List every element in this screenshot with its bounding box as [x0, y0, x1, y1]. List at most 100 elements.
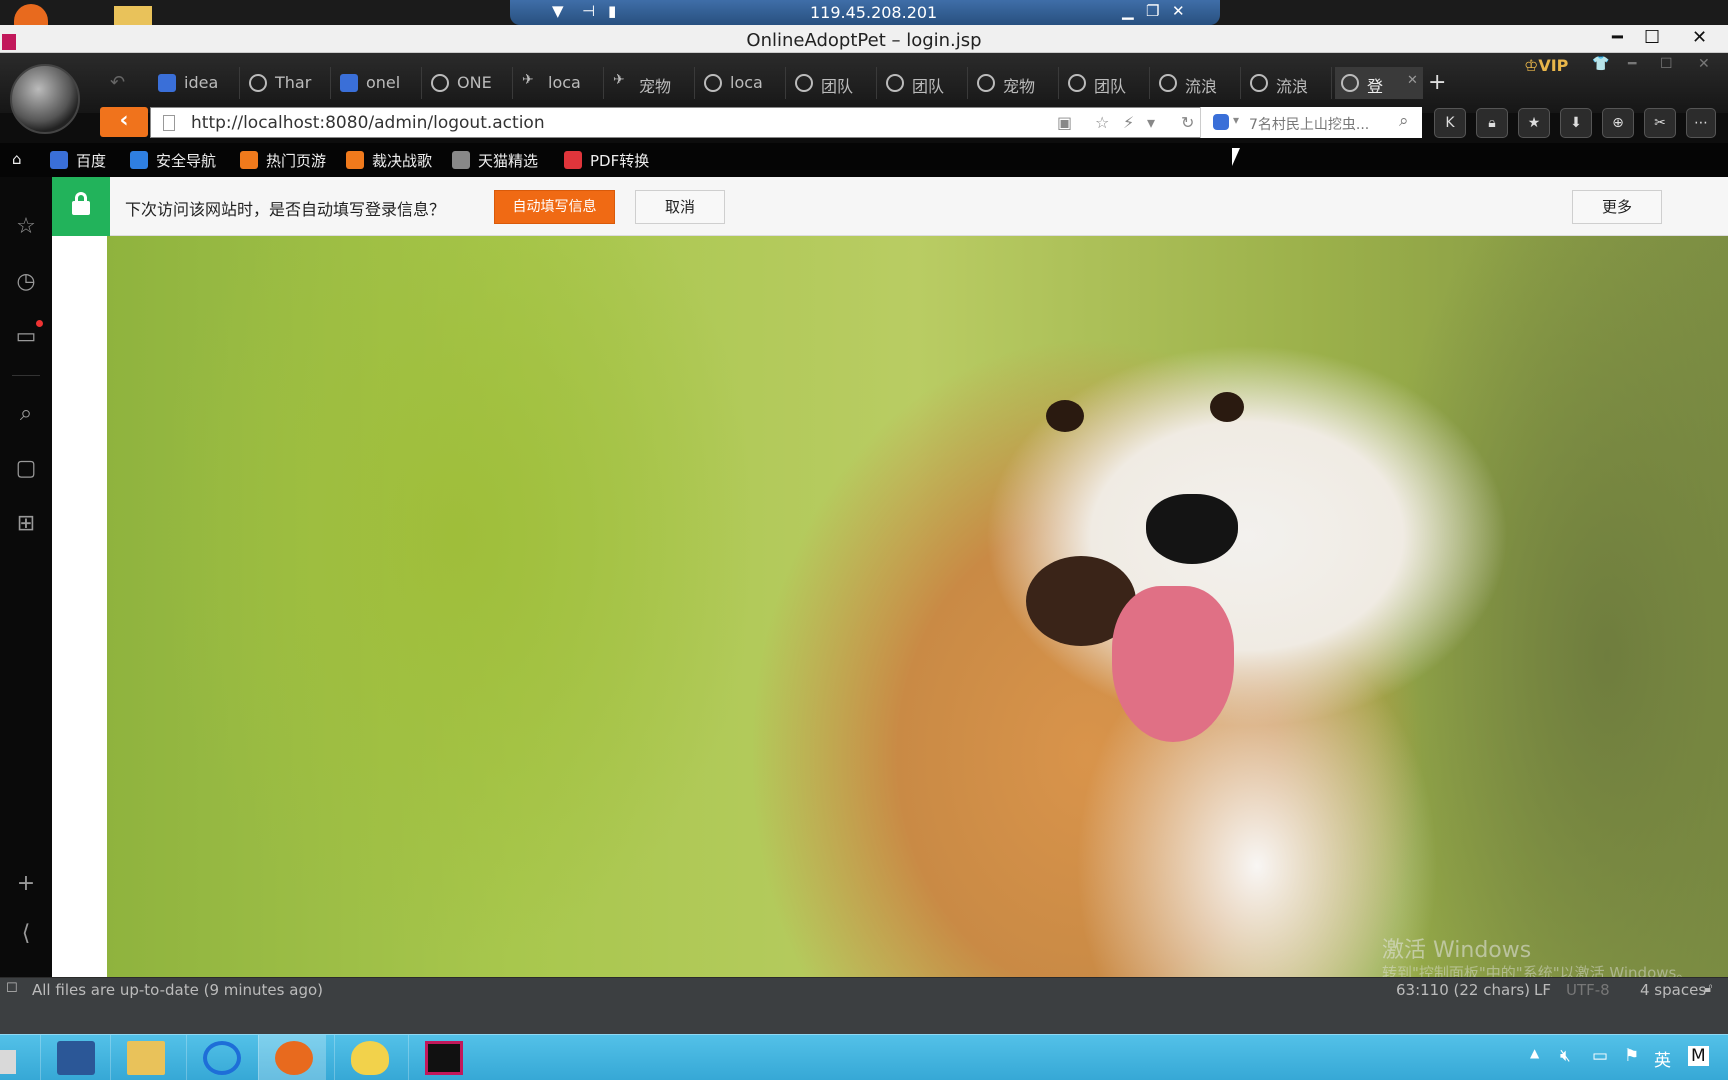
pin-icon[interactable]: ⊣: [582, 2, 595, 20]
minimize-icon[interactable]: ▁: [1122, 2, 1134, 20]
search-icon[interactable]: ⌕: [12, 400, 40, 428]
chevron-down-icon[interactable]: ▾: [1233, 113, 1239, 127]
indent-setting[interactable]: 4 spaces: [1640, 981, 1706, 999]
image-icon[interactable]: ▣: [1057, 113, 1072, 132]
browser-tab[interactable]: 宠物: [971, 67, 1059, 99]
undo-close-tab-icon[interactable]: ↶: [110, 72, 125, 93]
bookmark-item[interactable]: 安全导航: [130, 150, 216, 171]
tab-label: Thar: [275, 73, 312, 92]
browser-tab[interactable]: ONE: [425, 67, 513, 99]
back-button[interactable]: ‹: [100, 107, 148, 137]
favorites-star-icon[interactable]: ☆: [12, 213, 40, 241]
shopping-bag-icon[interactable]: ▢: [12, 455, 40, 483]
chevron-down-icon[interactable]: ▼: [552, 2, 564, 20]
close-icon[interactable]: ✕: [1172, 2, 1185, 20]
bookmark-item[interactable]: 裁决战歌: [346, 150, 432, 171]
maximize-icon[interactable]: ☐: [1660, 56, 1673, 72]
collapse-sidebar-icon[interactable]: ⟨: [12, 920, 40, 948]
minimize-icon[interactable]: ━: [1612, 27, 1623, 48]
minimize-icon[interactable]: ━: [1628, 56, 1636, 72]
line-separator[interactable]: LF: [1534, 981, 1551, 999]
bookmark-icon: [50, 151, 68, 169]
autofill-button[interactable]: 自动填写信息: [494, 190, 615, 224]
browser-tab[interactable]: Thar: [243, 67, 331, 99]
search-input[interactable]: 7名村民上山挖虫...: [1249, 114, 1369, 134]
favorite-star-icon[interactable]: ☆: [1095, 113, 1109, 132]
toggle-panel-icon[interactable]: ☐: [6, 981, 18, 996]
ime-mode[interactable]: M: [1688, 1046, 1709, 1066]
globe-icon: [431, 74, 449, 92]
browser-tab[interactable]: 团队: [789, 67, 877, 99]
more-button[interactable]: 更多: [1572, 190, 1662, 224]
briefcase-icon[interactable]: ▭: [12, 323, 40, 351]
lightning-icon[interactable]: ⚡: [1123, 113, 1134, 132]
cancel-button[interactable]: 取消: [635, 190, 725, 224]
more-menu-icon[interactable]: ⋯: [1686, 108, 1716, 138]
browser-tab[interactable]: onel: [334, 67, 422, 99]
browser-tab[interactable]: 登 ✕: [1335, 67, 1423, 99]
taskbar-powershell[interactable]: [40, 1035, 108, 1080]
globe-icon: [704, 74, 722, 92]
chevron-down-icon[interactable]: ▾: [1147, 113, 1155, 132]
server-manager-icon[interactable]: [0, 1050, 16, 1074]
taskbar-app[interactable]: [334, 1035, 402, 1080]
browser-tab[interactable]: loca: [698, 67, 786, 99]
search-box[interactable]: ▾ 7名村民上山挖虫... ⌕: [1200, 107, 1422, 138]
tab-label: 团队: [1094, 77, 1127, 96]
tab-label: idea: [184, 73, 219, 92]
refresh-icon[interactable]: ↻: [1181, 113, 1194, 132]
file-encoding[interactable]: UTF-8: [1566, 981, 1610, 999]
ide-status-bar: ☐ All files are up-to-date (9 minutes ag…: [0, 977, 1728, 1002]
browser-tab[interactable]: 团队: [880, 67, 968, 99]
taskbar-ie[interactable]: [186, 1035, 254, 1080]
download-icon[interactable]: ⬇: [1560, 108, 1592, 138]
browser-tab[interactable]: idea: [152, 67, 240, 99]
add-icon[interactable]: +: [12, 870, 40, 898]
browser-tab[interactable]: ✈ loca: [516, 67, 604, 99]
bookmark-item[interactable]: 热门页游: [240, 150, 326, 171]
ime-language[interactable]: 英: [1654, 1046, 1671, 1071]
volume-muted-icon[interactable]: 🔇︎: [1560, 1046, 1571, 1066]
close-tab-icon[interactable]: ✕: [1407, 73, 1418, 88]
restore-icon[interactable]: ❐: [1146, 2, 1159, 20]
star-icon[interactable]: ★: [1518, 108, 1550, 138]
remote-ip: 119.45.208.201: [810, 3, 938, 22]
taskbar-browser[interactable]: [258, 1035, 326, 1080]
close-icon[interactable]: ✕: [1692, 27, 1707, 48]
bird-icon: ✈: [613, 72, 625, 88]
globe-icon: [1159, 74, 1177, 92]
home-icon[interactable]: ⌂: [12, 150, 22, 168]
browser-tab[interactable]: 流浪: [1244, 67, 1332, 99]
bookmark-item[interactable]: 百度: [50, 150, 106, 171]
maximize-icon[interactable]: ☐: [1644, 27, 1660, 48]
lock-icon[interactable]: 🔒︎: [1476, 108, 1508, 138]
k-extension-icon[interactable]: K: [1434, 108, 1466, 138]
bookmark-label: 热门页游: [266, 152, 327, 170]
intellij-icon: [2, 34, 16, 50]
new-tab-icon[interactable]: +: [1428, 70, 1446, 95]
tray-expand-icon[interactable]: ▲: [1530, 1046, 1539, 1060]
browser-logo-icon[interactable]: [10, 64, 80, 134]
search-icon[interactable]: ⌕: [1399, 111, 1409, 131]
taskbar-explorer[interactable]: [110, 1035, 178, 1080]
browser-tab[interactable]: 团队: [1062, 67, 1150, 99]
url-text[interactable]: http://localhost:8080/admin/logout.actio…: [191, 113, 545, 133]
baidu-paw-icon[interactable]: [1213, 114, 1229, 130]
taskbar-intellij[interactable]: [408, 1035, 476, 1080]
flag-icon[interactable]: ⚑: [1624, 1046, 1639, 1066]
network-icon[interactable]: ▭: [1592, 1046, 1608, 1066]
bookmark-item[interactable]: PDF转换: [564, 150, 649, 171]
bookmark-item[interactable]: 天猫精选: [452, 150, 538, 171]
skin-icon[interactable]: 👕: [1592, 56, 1609, 72]
browser-tab[interactable]: 流浪: [1153, 67, 1241, 99]
history-clock-icon[interactable]: ◷: [12, 268, 40, 296]
scissors-icon[interactable]: ✂: [1644, 108, 1676, 138]
gamepad-icon[interactable]: ⊕: [1602, 108, 1634, 138]
gamepad-icon[interactable]: ⊞: [12, 510, 40, 538]
vip-badge[interactable]: ♔VIP: [1524, 56, 1568, 75]
cursor-position[interactable]: 63:110 (22 chars): [1396, 981, 1530, 999]
close-icon[interactable]: ✕: [1698, 56, 1710, 72]
browser-tab[interactable]: ✈ 宠物: [607, 67, 695, 99]
lock-icon[interactable]: 🔓︎: [1704, 981, 1712, 996]
corgi-photo: [107, 236, 1728, 977]
